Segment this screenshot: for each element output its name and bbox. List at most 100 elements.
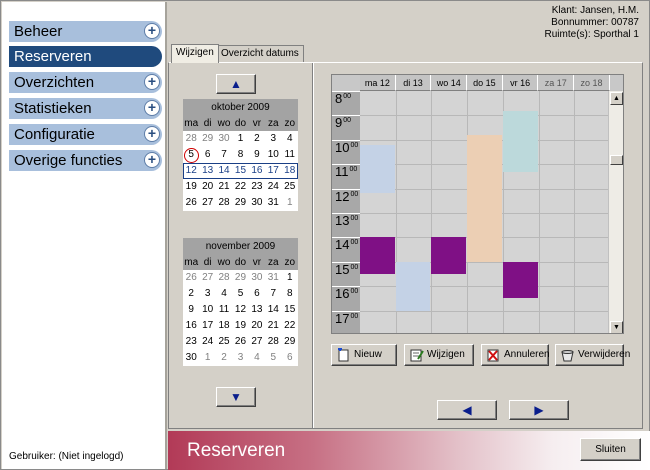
calendar-day[interactable]: 8 xyxy=(282,286,298,302)
day-header[interactable]: ma 12 xyxy=(360,75,396,91)
calendar-day[interactable]: 19 xyxy=(183,179,199,195)
close-button[interactable]: Sluiten xyxy=(580,438,641,461)
calendar-day[interactable]: 11 xyxy=(216,302,232,318)
calendar-day[interactable]: 30 xyxy=(183,350,199,366)
calendar-day[interactable]: 28 xyxy=(216,270,232,286)
calendar-day[interactable]: 2 xyxy=(183,286,199,302)
calendar-day[interactable]: 6 xyxy=(282,350,298,366)
calendar-day[interactable]: 14 xyxy=(265,302,281,318)
sidebar-item-reserveren[interactable]: Reserveren xyxy=(9,46,162,67)
calendar-day[interactable]: 15 xyxy=(282,302,298,318)
reservation-block[interactable] xyxy=(360,144,395,194)
calendar-day-today[interactable]: 5 xyxy=(183,147,200,163)
reservation-block[interactable] xyxy=(395,261,431,311)
calendar-day[interactable]: 29 xyxy=(199,131,215,147)
calendar-day[interactable]: 26 xyxy=(183,195,199,211)
calendar-day[interactable]: 30 xyxy=(216,131,232,147)
plus-icon[interactable]: + xyxy=(144,126,160,142)
calendar-day[interactable]: 22 xyxy=(282,318,298,334)
calendar-day[interactable]: 13 xyxy=(199,163,215,179)
day-header[interactable]: zo 18 xyxy=(574,75,610,91)
calendar-day[interactable]: 26 xyxy=(183,270,199,286)
day-header[interactable]: do 15 xyxy=(467,75,503,91)
day-header[interactable]: di 13 xyxy=(395,75,432,91)
calendar-day[interactable]: 17 xyxy=(199,318,215,334)
day-header[interactable]: za 17 xyxy=(538,75,575,91)
calendar-day[interactable]: 28 xyxy=(216,195,232,211)
calendar-day[interactable]: 29 xyxy=(282,334,298,350)
next-week-button[interactable]: ▶ xyxy=(509,400,569,420)
calendar-day[interactable]: 10 xyxy=(265,147,281,163)
calendar-day[interactable]: 6 xyxy=(199,147,215,163)
calendar-day[interactable]: 28 xyxy=(183,131,199,147)
calendar-day[interactable]: 3 xyxy=(199,286,215,302)
calendar-day[interactable]: 22 xyxy=(232,179,248,195)
calendar-day[interactable]: 1 xyxy=(199,350,215,366)
tab-overzicht-datums[interactable]: Overzicht datums xyxy=(216,45,304,62)
sidebar-item-configuratie[interactable]: Configuratie + xyxy=(9,124,162,145)
calendar-day[interactable]: 1 xyxy=(282,270,298,286)
calendar-day[interactable]: 31 xyxy=(265,270,281,286)
reservation-block[interactable] xyxy=(467,134,502,262)
reservation-block[interactable] xyxy=(431,237,467,274)
calendar-day[interactable]: 5 xyxy=(232,286,248,302)
scrollbar-thumb[interactable] xyxy=(610,155,623,165)
edit-button[interactable]: Wijzigen xyxy=(404,344,474,366)
calendar-day[interactable]: 19 xyxy=(232,318,248,334)
calendar-day[interactable]: 1 xyxy=(232,131,248,147)
calendar-prev-button[interactable]: ▲ xyxy=(216,74,256,94)
calendar-day[interactable]: 21 xyxy=(265,318,281,334)
reservation-block[interactable] xyxy=(360,237,395,274)
new-button[interactable]: Nieuw xyxy=(331,344,397,366)
plus-icon[interactable]: + xyxy=(144,74,160,90)
calendar-day[interactable]: 11 xyxy=(282,147,298,163)
calendar-day[interactable]: 30 xyxy=(249,195,265,211)
tab-wijzigen[interactable]: Wijzigen xyxy=(171,44,219,63)
sidebar-item-overige-functies[interactable]: Overige functies + xyxy=(9,150,162,171)
calendar-day[interactable]: 16 xyxy=(249,163,265,179)
calendar-day[interactable]: 23 xyxy=(183,334,199,350)
calendar-day[interactable]: 4 xyxy=(282,131,298,147)
calendar-day[interactable]: 13 xyxy=(249,302,265,318)
calendar-day[interactable]: 4 xyxy=(216,286,232,302)
calendar-day[interactable]: 24 xyxy=(199,334,215,350)
calendar-day[interactable]: 1 xyxy=(282,195,298,211)
calendar-day[interactable]: 24 xyxy=(265,179,281,195)
calendar-day[interactable]: 10 xyxy=(199,302,215,318)
calendar-day[interactable]: 12 xyxy=(232,302,248,318)
calendar-day[interactable]: 7 xyxy=(265,286,281,302)
calendar-day[interactable]: 5 xyxy=(265,350,281,366)
calendar-day[interactable]: 30 xyxy=(249,270,265,286)
calendar-day[interactable]: 29 xyxy=(232,270,248,286)
plus-icon[interactable]: + xyxy=(144,152,160,168)
schedule-grid[interactable] xyxy=(360,91,610,333)
calendar-day[interactable]: 9 xyxy=(249,147,265,163)
calendar-day[interactable]: 27 xyxy=(199,270,215,286)
plus-icon[interactable]: + xyxy=(144,100,160,116)
calendar-day[interactable]: 4 xyxy=(249,350,265,366)
calendar-day[interactable]: 25 xyxy=(282,179,298,195)
day-header[interactable]: vr 16 xyxy=(502,75,539,91)
reservation-block[interactable] xyxy=(502,110,538,172)
calendar-day[interactable]: 20 xyxy=(249,318,265,334)
vertical-scrollbar[interactable]: ▲ ▼ xyxy=(608,91,623,333)
sidebar-item-overzichten[interactable]: Overzichten + xyxy=(9,72,162,93)
delete-button[interactable]: Verwijderen xyxy=(555,344,630,366)
scroll-down-icon[interactable]: ▼ xyxy=(610,321,623,333)
calendar-day[interactable]: 20 xyxy=(199,179,215,195)
previous-week-button[interactable]: ◀ xyxy=(437,400,497,420)
calendar-day[interactable]: 7 xyxy=(216,147,232,163)
calendar-day[interactable]: 23 xyxy=(249,179,265,195)
calendar-day[interactable]: 6 xyxy=(249,286,265,302)
calendar-day[interactable]: 31 xyxy=(265,195,281,211)
calendar-day[interactable]: 25 xyxy=(216,334,232,350)
calendar-day[interactable]: 26 xyxy=(232,334,248,350)
calendar-day[interactable]: 27 xyxy=(249,334,265,350)
calendar-day[interactable]: 2 xyxy=(216,350,232,366)
reservation-block[interactable] xyxy=(502,261,538,299)
calendar-day[interactable]: 17 xyxy=(265,163,281,179)
calendar-day[interactable]: 2 xyxy=(249,131,265,147)
calendar-day[interactable]: 8 xyxy=(232,147,248,163)
day-header[interactable]: wo 14 xyxy=(431,75,468,91)
calendar-day[interactable]: 27 xyxy=(199,195,215,211)
